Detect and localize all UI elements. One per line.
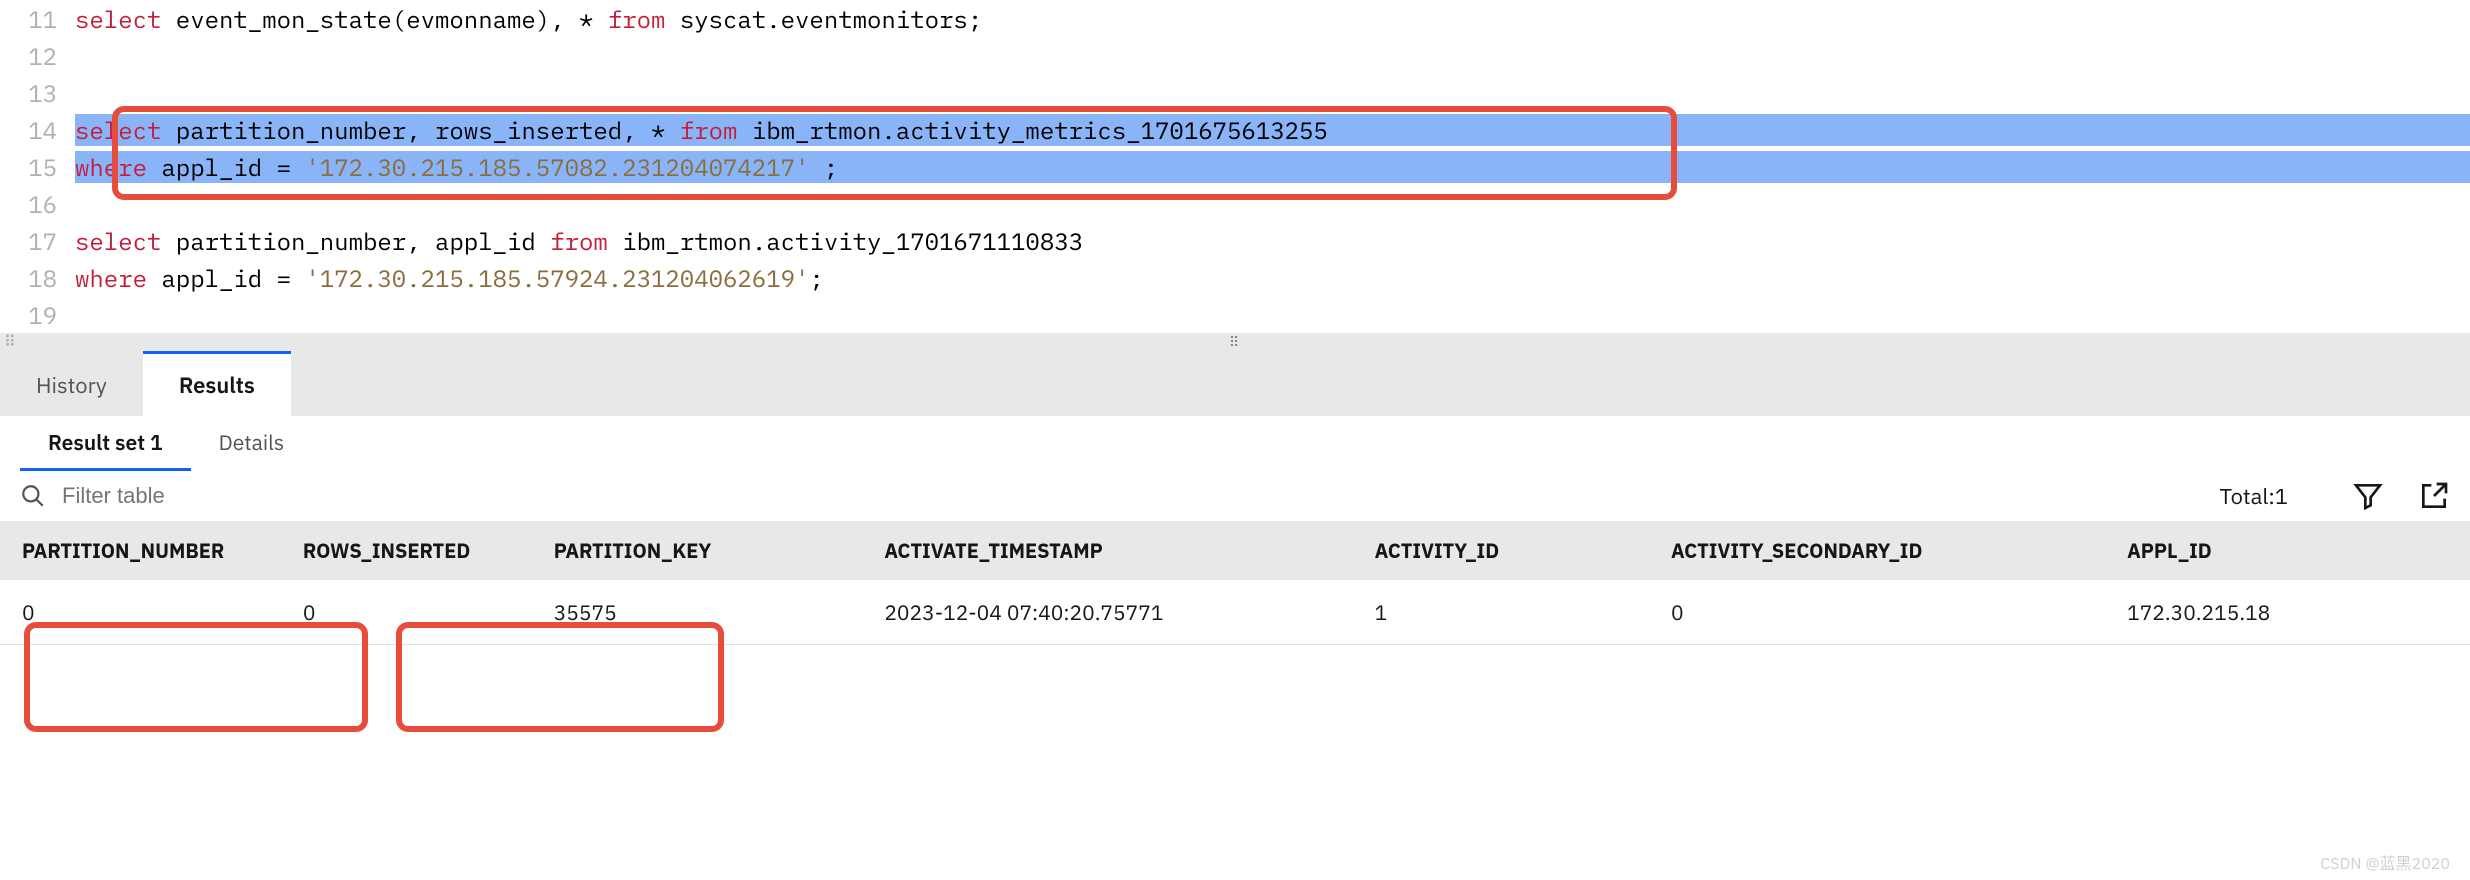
code-line[interactable]: 13 — [0, 74, 2470, 111]
line-content[interactable]: select event_mon_state(evmonname), * fro… — [75, 3, 2470, 35]
table-header[interactable]: ROWS_INSERTED — [281, 521, 532, 580]
export-icon[interactable] — [2418, 480, 2450, 512]
table-header-row: PARTITION_NUMBERROWS_INSERTEDPARTITION_K… — [0, 521, 2470, 580]
code-line[interactable]: 14select partition_number, rows_inserted… — [0, 111, 2470, 148]
results-tabs: History Results — [0, 351, 2470, 416]
line-number: 17 — [0, 225, 75, 257]
table-cell: 1 — [1353, 580, 1649, 645]
table-header[interactable]: APPL_ID — [2105, 521, 2470, 580]
results-table: PARTITION_NUMBERROWS_INSERTEDPARTITION_K… — [0, 521, 2470, 645]
code-line[interactable]: 12 — [0, 37, 2470, 74]
drag-handle-icon: ⠿ — [2, 330, 18, 354]
table-cell: 172.30.215.18 — [2105, 580, 2470, 645]
table-cell: 0 — [0, 580, 281, 645]
filter-input[interactable] — [62, 483, 2203, 509]
code-line[interactable]: 17select partition_number, appl_id from … — [0, 222, 2470, 259]
tab-results[interactable]: Results — [143, 351, 291, 416]
table-cell: 0 — [1649, 580, 2105, 645]
watermark: CSDN @蓝黑2020 — [2320, 850, 2450, 874]
total-count: Total:1 — [2219, 482, 2288, 511]
search-icon — [20, 483, 46, 509]
subtab-details[interactable]: Details — [191, 416, 312, 471]
table-cell: 2023-12-04 07:40:20.75771 — [862, 580, 1352, 645]
filter-row: Total:1 — [0, 471, 2470, 521]
table-header[interactable]: ACTIVITY_SECONDARY_ID — [1649, 521, 2105, 580]
code-line[interactable]: 16 — [0, 185, 2470, 222]
table-header[interactable]: ACTIVITY_ID — [1353, 521, 1649, 580]
table-cell: 35575 — [532, 580, 863, 645]
table-header[interactable]: PARTITION_NUMBER — [0, 521, 281, 580]
line-number: 13 — [0, 77, 75, 109]
line-number: 18 — [0, 262, 75, 294]
line-number: 11 — [0, 3, 75, 35]
line-number: 12 — [0, 40, 75, 72]
table-row[interactable]: 00355752023-12-04 07:40:20.7577110172.30… — [0, 580, 2470, 645]
line-content[interactable]: where appl_id = '172.30.215.185.57924.23… — [75, 262, 2470, 294]
pane-divider[interactable]: ⠿ ⠿ — [0, 333, 2470, 351]
line-number: 19 — [0, 299, 75, 331]
line-content[interactable]: where appl_id = '172.30.215.185.57082.23… — [75, 151, 2470, 183]
subtab-result-set[interactable]: Result set 1 — [20, 416, 191, 471]
line-content[interactable]: select partition_number, rows_inserted, … — [75, 114, 2470, 146]
line-content[interactable]: select partition_number, appl_id from ib… — [75, 225, 2470, 257]
filter-icon[interactable] — [2352, 480, 2384, 512]
line-number: 16 — [0, 188, 75, 220]
code-line[interactable]: 11select event_mon_state(evmonname), * f… — [0, 0, 2470, 37]
drag-handle-icon: ⠿ — [1229, 333, 1241, 351]
code-line[interactable]: 19 — [0, 296, 2470, 333]
table-header[interactable]: ACTIVATE_TIMESTAMP — [862, 521, 1352, 580]
table-cell: 0 — [281, 580, 532, 645]
code-line[interactable]: 15where appl_id = '172.30.215.185.57082.… — [0, 148, 2470, 185]
tab-history[interactable]: History — [0, 351, 143, 416]
code-line[interactable]: 18where appl_id = '172.30.215.185.57924.… — [0, 259, 2470, 296]
line-number: 15 — [0, 151, 75, 183]
sql-editor[interactable]: 11select event_mon_state(evmonname), * f… — [0, 0, 2470, 333]
table-header[interactable]: PARTITION_KEY — [532, 521, 863, 580]
result-subtabs: Result set 1 Details — [0, 416, 2470, 471]
line-number: 14 — [0, 114, 75, 146]
